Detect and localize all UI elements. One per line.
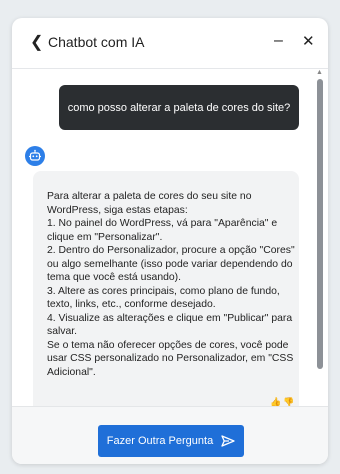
- chevron-left-icon[interactable]: ❮: [30, 33, 43, 53]
- close-icon[interactable]: ✕: [302, 32, 315, 50]
- scroll-up-arrow-icon[interactable]: ▲: [316, 69, 323, 76]
- chat-header: ❮ Chatbot com IA – ✕: [12, 18, 328, 69]
- user-message: como posso alterar a paleta de cores do …: [59, 85, 299, 130]
- bot-message: Para alterar a paleta de cores do seu si…: [33, 171, 299, 413]
- scrollbar-thumb[interactable]: [317, 79, 323, 369]
- chat-footer: Fazer Outra Pergunta: [12, 406, 328, 464]
- chat-title: Chatbot com IA: [48, 34, 145, 50]
- ask-another-question-label: Fazer Outra Pergunta: [106, 435, 214, 447]
- robot-icon: [25, 146, 45, 166]
- bot-message-text: Para alterar a paleta de cores do seu si…: [47, 191, 295, 378]
- conversation-area[interactable]: como posso alterar a paleta de cores do …: [12, 69, 328, 419]
- ask-another-question-button[interactable]: Fazer Outra Pergunta: [98, 425, 244, 457]
- scrollbar[interactable]: ▲ ▼: [315, 69, 325, 419]
- chatbot-panel: ❮ Chatbot com IA – ✕ como posso alterar …: [12, 18, 328, 464]
- minimize-icon[interactable]: –: [274, 32, 283, 50]
- send-icon: [221, 435, 235, 447]
